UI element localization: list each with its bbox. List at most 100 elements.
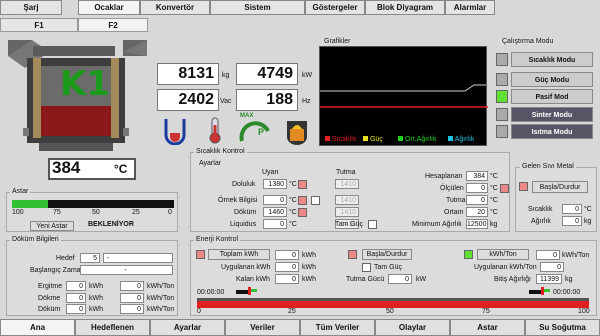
kwhton-indicator [464,250,473,259]
p-label: P [258,127,265,137]
bottom-tab-tum-veriler[interactable]: Tüm Veriler [300,319,375,336]
bitis-agirligi-value[interactable]: 11399 [536,274,562,284]
hesaplanan-value: 384 [466,171,488,181]
bottom-tab-ayarlar[interactable]: Ayarlar [150,319,225,336]
ornek-unit: °C [289,197,297,204]
hedef-input[interactable]: 5 [80,253,100,263]
olculen-unit: °C [490,185,498,192]
energy-time-end: 00:00:00 [553,289,581,296]
graphics-title: Grafikler [322,38,353,45]
uygulanan-kwhton-label: Uygulanan kWh/Ton [474,264,537,271]
tab-sistem[interactable]: Sistem [210,0,305,15]
temp-settings-title: Ayarlar [197,160,224,167]
ergitme-label: Ergitme [38,283,63,290]
toplam-kwh-unit: kWh [302,252,316,259]
astar-tick-25: 25 [132,209,140,216]
astar-tick-100: 100 [12,209,24,216]
olculen-value: 0 [466,183,488,193]
mode-sinter-button[interactable]: Sinter Modu [511,107,593,122]
liquid-agirlik-label: Ağırlık [531,218,551,225]
power-readout: 4749 [236,63,298,85]
crucible-fire-icon [282,115,312,145]
tab-alarmlar[interactable]: Alarmlar [445,0,495,15]
max-power-gauge-icon: MAX P [236,113,272,145]
tutma-gucu-label: Tutma Gücü [346,276,385,283]
dokum-uyari[interactable]: 1460 [263,207,287,217]
mode-isitma-button[interactable]: Isıtma Modu [511,124,593,139]
toplam-indicator [196,250,205,259]
dokum-temp-label: Döküm [234,209,257,216]
tab-gostergeler[interactable]: Göstergeler [305,0,365,15]
dokum-kwh: 0 [66,304,86,314]
doluluk-alarm [298,180,307,189]
uygulanan-kwh-unit: kWh [302,264,316,271]
ornek-checkbox[interactable] [311,196,320,205]
liquid-indicator [519,182,528,191]
bottom-tab-veriler[interactable]: Veriler [225,319,300,336]
ornek-uyari[interactable]: 0 [263,195,287,205]
astar-progress-bar [12,200,174,208]
mode-guc-button[interactable]: Güç Modu [511,72,593,87]
bottom-tab-su-sogutma[interactable]: Su Soğutma [525,319,600,336]
baslangic-value: - [80,265,173,275]
min-agirlik-value[interactable]: 12500 [466,219,488,229]
mode-title: Çalıştırma Modu [500,38,556,45]
dokum-kwh-unit: kWh [89,306,103,313]
mode-sicaklik-button[interactable]: Sıcaklık Modu [511,52,593,67]
voltage-readout: 2402 [157,89,219,111]
dokum-tutma: 1410 [335,207,359,217]
bottom-tab-olaylar[interactable]: Olaylar [375,319,450,336]
tam-guc-energy-checkbox[interactable] [362,263,371,272]
tab-f2[interactable]: F2 [78,18,148,32]
doluluk-uyari[interactable]: 1380 [263,179,287,189]
hedef-label: Hedef [56,255,75,262]
liquid-start-stop-button[interactable]: Başla/Durdur [532,181,588,193]
temp-control-title: Sıcaklık Kontrol [194,148,247,155]
thermometer-icon [204,115,226,145]
basla-indicator [348,250,357,259]
toplam-kwh-value[interactable]: 0 [275,250,299,260]
energy-start-stop-button[interactable]: Başla/Durdur [362,249,412,260]
col-uyari: Uyarı [262,169,279,176]
dokme-kwh: 0 [66,293,86,303]
kwh-ton-value[interactable]: 0 [536,250,560,260]
graphics-plot [319,46,488,146]
liquidus-uyari: 0 [263,219,287,229]
kalan-kwh-unit: kWh [302,276,316,283]
tab-konvertor[interactable]: Konvertör [140,0,210,15]
kalan-kwh-label: Kalan kWh [236,276,270,283]
voltage-unit: Vac [220,98,232,105]
tutma-unit: °C [490,197,498,204]
tam-guc-checkbox[interactable] [368,220,377,229]
ortam-label: Ortam [444,209,464,216]
tab-sarj[interactable]: Şarj [0,0,62,15]
tutma-label: Tutma [446,197,466,204]
liquid-metal-title: Gelen Sıvı Metal [520,163,576,170]
bottom-tab-ana[interactable]: Ana [0,319,75,336]
kwh-ton-button[interactable]: kWh/Ton [477,249,529,260]
liquid-agirlik-unit: kg [584,218,592,225]
max-label: MAX [240,113,254,119]
hesaplanan-label: Hesaplanan [425,173,463,180]
ergitme-kwh: 0 [66,281,86,291]
mode-pasif-button[interactable]: Pasif Mod [511,89,593,104]
yeni-astar-button[interactable]: Yeni Astar [30,221,74,231]
bottom-tab-astar[interactable]: Astar [450,319,525,336]
toplam-kwh-button[interactable]: Toplam kWh [208,249,270,260]
dokum-kwhton-unit: kWh/Ton [147,306,175,313]
mode-indicator-2 [496,73,508,86]
doluluk-unit: °C [289,181,297,188]
doluluk-label: Doluluk [232,181,256,188]
frequency-unit: Hz [302,98,311,105]
tab-blok-diyagram[interactable]: Blok Diyagram [365,0,445,15]
tutma-gucu-value[interactable]: 0 [388,274,412,284]
astar-tick-0: 0 [168,209,172,216]
bottom-tab-hedeflenen[interactable]: Hedeflenen [75,319,150,336]
astar-status: BEKLENİYOR [88,221,134,228]
liquid-sicaklik-unit: °C [584,206,592,213]
mode-indicator-5 [496,125,508,138]
tab-f1[interactable]: F1 [0,18,78,32]
tab-ocaklar[interactable]: Ocaklar [78,0,140,15]
ortam-value: 20 [466,207,488,217]
furnace-label: K1 [60,64,111,104]
